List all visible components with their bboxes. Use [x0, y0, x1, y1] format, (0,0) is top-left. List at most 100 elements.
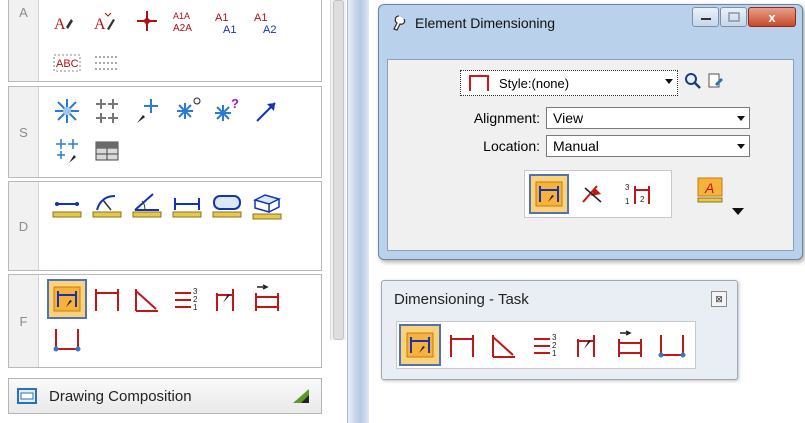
- chevron-down-icon: [737, 116, 745, 121]
- measure-radius-icon[interactable]: [87, 186, 127, 226]
- spell-check-icon[interactable]: ABC: [47, 43, 87, 83]
- group-f: F 321: [8, 274, 322, 368]
- svg-text:A: A: [94, 16, 106, 33]
- svg-text:A1: A1: [254, 12, 267, 24]
- edit-text-icon[interactable]: A: [87, 3, 127, 43]
- maximize-button[interactable]: [720, 7, 747, 27]
- location-row: Location: Manual: [388, 134, 795, 158]
- tool-settings-icon: [393, 15, 406, 31]
- replace-cell-icon[interactable]: [127, 91, 167, 131]
- close-button[interactable]: x: [748, 7, 796, 27]
- style-browse-icon[interactable]: [684, 72, 702, 90]
- alignment-row: Alignment: View: [388, 106, 795, 130]
- label-coordinates-icon[interactable]: [207, 279, 247, 319]
- text-style-icon[interactable]: A: [696, 176, 724, 204]
- location-value: Manual: [553, 138, 599, 154]
- measure-angle-icon[interactable]: [127, 186, 167, 226]
- chevron-down-icon: [737, 144, 745, 149]
- dimension-linear-icon[interactable]: [441, 324, 483, 366]
- measure-distance-icon[interactable]: [47, 186, 87, 226]
- define-cell-origin-icon[interactable]: [167, 91, 207, 131]
- svg-text:3: 3: [625, 183, 630, 192]
- svg-text:?: ?: [231, 96, 239, 111]
- svg-text:1: 1: [625, 197, 630, 206]
- drawing-composition-bar[interactable]: Drawing Composition: [8, 378, 322, 414]
- identify-cell-icon[interactable]: ?: [207, 91, 247, 131]
- increment-text-icon[interactable]: A1 A1: [207, 3, 247, 43]
- style-match-icon[interactable]: [706, 72, 726, 90]
- measure-volume-icon[interactable]: [247, 186, 287, 226]
- drawing-composition-label: Drawing Composition: [49, 387, 192, 405]
- svg-text:1: 1: [193, 303, 198, 312]
- task-title: Dimensioning - Task: [394, 291, 529, 308]
- dimension-linear-icon[interactable]: [87, 279, 127, 319]
- svg-text:A1: A1: [223, 24, 236, 36]
- window-title: Element Dimensioning: [415, 15, 556, 31]
- dimensioning-task-window: Dimensioning - Task ⊠ 321: [381, 280, 738, 380]
- dimension-element-icon[interactable]: [529, 174, 569, 214]
- location-select[interactable]: Manual: [546, 135, 750, 157]
- style-value: Style:(none): [499, 75, 570, 91]
- dimension-angle-icon[interactable]: [127, 279, 167, 319]
- dimension-mode-toolset: 3 1 2: [524, 170, 672, 218]
- pattern-area-icon[interactable]: [47, 131, 87, 171]
- svg-text:A1: A1: [215, 12, 228, 24]
- palette-scrollbar[interactable]: [330, 0, 346, 340]
- svg-text:A1A: A1A: [173, 11, 190, 21]
- style-dropdown[interactable]: Style:(none): [460, 70, 678, 96]
- more-options-arrow-icon[interactable]: [732, 208, 744, 215]
- label-coordinates-icon[interactable]: [567, 324, 609, 366]
- group-letter-d: D: [9, 182, 39, 270]
- group-d: D: [8, 181, 322, 271]
- copy-increment-text-icon[interactable]: A1 A2: [247, 3, 287, 43]
- place-cell-icon[interactable]: [47, 91, 87, 131]
- dimension-element-icon[interactable]: [399, 324, 441, 366]
- measure-area-icon[interactable]: [207, 186, 247, 226]
- location-label: Location:: [483, 138, 540, 154]
- scrollbar-thumb[interactable]: [333, 0, 344, 340]
- group-a: A A A A1A A2A A1 A1 A1 A2 ABC: [8, 0, 322, 82]
- dock-splitter[interactable]: [347, 0, 369, 423]
- dimension-ordinate-icon[interactable]: 321: [525, 324, 567, 366]
- place-note-icon[interactable]: [127, 3, 167, 43]
- dimension-ordinate-icon[interactable]: 321: [167, 279, 207, 319]
- settings-panel: Style:(none) Alignment: View Location: M…: [387, 59, 794, 251]
- svg-text:A2A: A2A: [173, 23, 192, 34]
- svg-text:A: A: [704, 180, 714, 196]
- element-dimensioning-window: Element Dimensioning x Style:(none) Alig…: [378, 4, 803, 260]
- fill-in-fields-icon[interactable]: [87, 43, 127, 83]
- task-expand-icon[interactable]: [291, 387, 311, 405]
- group-letter-f: F: [9, 275, 39, 367]
- place-table-icon[interactable]: [87, 131, 127, 171]
- change-dimension-icon[interactable]: [609, 324, 651, 366]
- task-toolbar: 321: [396, 321, 696, 369]
- group-s: S ?: [8, 86, 322, 178]
- drawing-composition-icon: [17, 388, 37, 404]
- text-transform-icon[interactable]: A1A A2A: [167, 3, 207, 43]
- svg-text:A2: A2: [263, 24, 276, 36]
- dimension-size-icon[interactable]: [651, 324, 693, 366]
- place-leader-icon[interactable]: [247, 91, 287, 131]
- style-swatch-icon: [469, 75, 489, 91]
- task-close-button[interactable]: ⊠: [711, 291, 727, 307]
- alternate-dimension-icon[interactable]: [573, 174, 613, 214]
- group-letter-s: S: [9, 87, 39, 177]
- svg-text:ABC: ABC: [56, 58, 79, 70]
- alignment-label: Alignment:: [473, 110, 540, 126]
- place-text-icon[interactable]: A: [47, 3, 87, 43]
- dimension-size-icon[interactable]: [47, 319, 87, 359]
- dimension-element-icon[interactable]: [47, 279, 87, 319]
- alignment-select[interactable]: View: [546, 107, 750, 129]
- svg-text:1: 1: [552, 349, 557, 358]
- change-dimension-icon[interactable]: [247, 279, 287, 319]
- dimension-ordinate-icon[interactable]: 3 1 2: [617, 174, 657, 214]
- alignment-value: View: [553, 110, 584, 126]
- task-palette: A A A A1A A2A A1 A1 A1 A2 ABC S ? D F 3 …: [0, 0, 355, 423]
- group-letter-a: A: [9, 0, 39, 81]
- chevron-down-icon: [665, 79, 673, 84]
- svg-text:2: 2: [640, 195, 645, 204]
- select-cell-icon[interactable]: [87, 91, 127, 131]
- minimize-button[interactable]: [692, 7, 719, 27]
- dimension-angle-icon[interactable]: [483, 324, 525, 366]
- measure-length-icon[interactable]: [167, 186, 207, 226]
